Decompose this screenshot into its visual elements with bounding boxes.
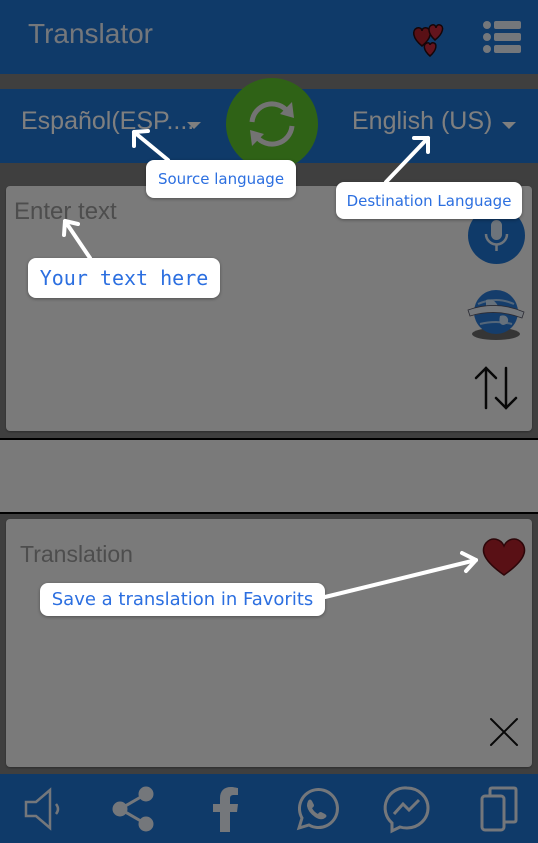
favorites-hint: Save a translation in Favorits [40, 583, 325, 616]
tutorial-overlay[interactable] [0, 0, 538, 843]
destination-language-hint: Destination Language [336, 182, 522, 219]
source-language-hint: Source language [146, 160, 296, 198]
text-input-hint: Your text here [28, 258, 220, 298]
